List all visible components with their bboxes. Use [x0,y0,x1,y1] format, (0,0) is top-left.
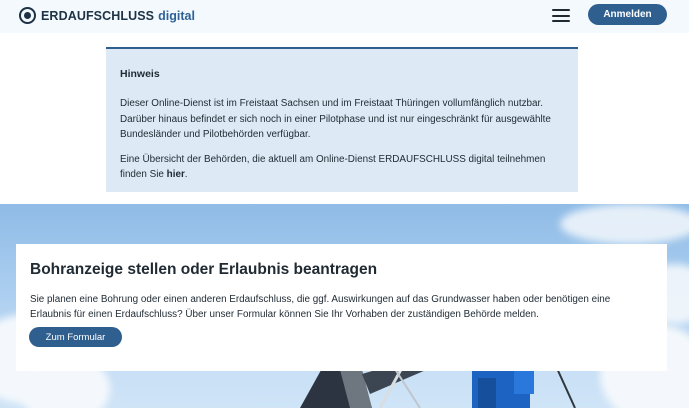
logo[interactable]: ERDAUFSCHLUSS digital [19,7,195,24]
logo-suffix: digital [158,8,195,23]
notice-title: Hinweis [120,68,160,80]
logo-text: ERDAUFSCHLUSS [41,8,155,23]
authorities-overview-link[interactable]: hier [167,169,185,180]
card-description: Sie planen eine Bohrung oder einen ander… [30,294,611,320]
card-title: Bohranzeige stellen oder Erlaubnis beant… [30,261,378,278]
to-form-button[interactable]: Zum Formular [29,327,122,347]
top-header: ERDAUFSCHLUSS digital Anmelden [0,0,689,33]
menu-hamburger-icon[interactable] [552,9,570,22]
notice-paragraph-2-suffix: . [184,169,188,180]
login-button[interactable]: Anmelden [588,4,667,25]
notice-box: Hinweis Dieser Online-Dienst ist im Frei… [106,47,578,192]
notice-paragraph-1: Dieser Online-Dienst ist im Freistaat Sa… [120,98,551,140]
logo-icon [19,7,36,24]
notice-paragraph-2: Eine Übersicht der Behörden, die aktuell… [120,152,564,183]
application-card: Bohranzeige stellen oder Erlaubnis beant… [16,244,667,371]
